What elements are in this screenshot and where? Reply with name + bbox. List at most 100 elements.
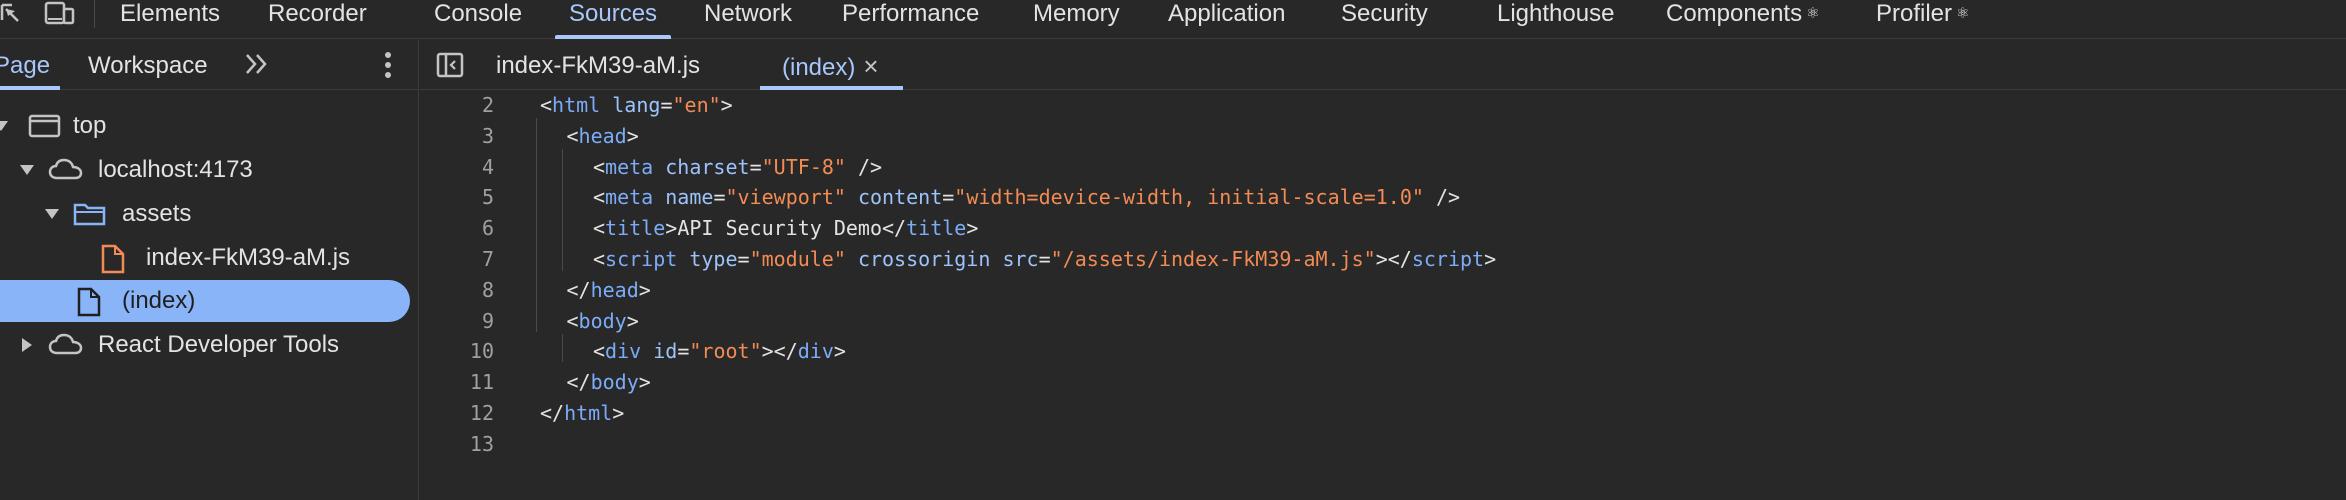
- tab-lighthouse[interactable]: Lighthouse: [1497, 0, 1614, 39]
- line-number[interactable]: 8: [420, 275, 494, 306]
- line-number[interactable]: 5: [420, 182, 494, 213]
- code-token: <: [593, 154, 606, 179]
- line-number[interactable]: 6: [420, 213, 494, 244]
- tab-performance[interactable]: Performance: [842, 0, 979, 39]
- code-token: head: [590, 277, 639, 302]
- code-token: src: [1002, 247, 1039, 271]
- tab-console[interactable]: Console: [434, 0, 522, 39]
- code-text: <div id="root"></div>: [593, 336, 846, 367]
- tab-workspace[interactable]: Workspace: [88, 40, 208, 90]
- tab-label: Memory: [1033, 0, 1120, 27]
- device-toolbar-icon[interactable]: [44, 0, 76, 28]
- expand-arrow-icon[interactable]: [20, 165, 34, 175]
- tree-item-index[interactable]: (index): [0, 280, 410, 322]
- code-token: html: [564, 401, 613, 425]
- code-token: ></: [761, 339, 798, 364]
- tree-item-label: top: [73, 112, 107, 139]
- tab-label: Application: [1168, 0, 1286, 27]
- frame-icon: [28, 112, 62, 154]
- code-token: "module": [749, 247, 846, 271]
- tab-label: Workspace: [88, 52, 208, 79]
- code-token: >: [638, 370, 651, 395]
- code-token: crossorigin: [857, 247, 991, 271]
- tree-item-top[interactable]: top: [0, 105, 410, 147]
- tab-page[interactable]: Page: [0, 40, 61, 90]
- expand-arrow-icon[interactable]: [45, 209, 59, 219]
- code-token: content: [857, 185, 943, 210]
- kebab-menu-icon[interactable]: [378, 48, 398, 82]
- code-token: meta: [605, 154, 654, 179]
- line-number[interactable]: 3: [420, 121, 494, 152]
- line-number[interactable]: 11: [420, 367, 494, 398]
- code-token: charset: [665, 154, 750, 179]
- code-token: body: [578, 308, 627, 333]
- tab-elements[interactable]: Elements: [120, 0, 220, 39]
- tab-label: Console: [434, 0, 523, 27]
- tree-item-react-devtools[interactable]: React Developer Tools: [0, 324, 410, 366]
- tab-label: Network: [704, 0, 793, 27]
- editor-tab-index[interactable]: (index) ×: [760, 40, 902, 92]
- code-text: <body>: [567, 306, 639, 337]
- sidebar-toggle-icon[interactable]: [436, 52, 464, 78]
- chevrons-right-icon[interactable]: [244, 52, 270, 83]
- code-token: =: [749, 154, 762, 179]
- code-token: </: [882, 216, 907, 241]
- tab-components[interactable]: Components ⚛: [1666, 0, 1820, 39]
- code-token: ></: [1375, 247, 1412, 271]
- tree-item-localhost[interactable]: localhost:4173: [0, 149, 410, 191]
- line-number[interactable]: 2: [420, 90, 494, 121]
- tab-label: Profiler: [1876, 0, 1953, 27]
- code-token: />: [845, 154, 883, 179]
- code-token: lang: [612, 93, 661, 117]
- line-number[interactable]: 7: [420, 244, 494, 275]
- tab-label: Elements: [120, 0, 221, 27]
- tab-profiler[interactable]: Profiler ⚛: [1876, 0, 1969, 39]
- code-token: =: [677, 339, 690, 364]
- code-token: <: [593, 339, 606, 364]
- tree-item-index-js[interactable]: index-FkM39-aM.js: [0, 237, 410, 279]
- indent-guide: [536, 118, 537, 332]
- editor-tab-index-js[interactable]: index-FkM39-aM.js: [496, 40, 700, 90]
- tab-recorder[interactable]: Recorder: [268, 0, 367, 39]
- cloud-icon: [48, 156, 84, 198]
- tab-network[interactable]: Network: [704, 0, 792, 39]
- tab-application[interactable]: Application: [1168, 0, 1285, 39]
- code-token: =: [660, 93, 673, 117]
- tab-memory[interactable]: Memory: [1033, 0, 1120, 39]
- code-token: type: [689, 247, 738, 271]
- select-element-icon[interactable]: [0, 0, 22, 28]
- code-text: </head>: [567, 275, 651, 306]
- tab-label: Page: [0, 52, 51, 79]
- expand-arrow-icon[interactable]: [0, 121, 8, 131]
- code-text: </html>: [540, 398, 624, 429]
- code-token: />: [1423, 185, 1461, 210]
- line-number[interactable]: 13: [420, 429, 494, 460]
- tree-item-assets[interactable]: assets: [0, 193, 410, 235]
- code-token: title: [605, 216, 666, 241]
- gear-icon: ⚛: [1956, 5, 1970, 22]
- code-text: <meta name="viewport" content="width=dev…: [593, 182, 1460, 213]
- code-token: title: [906, 216, 967, 241]
- folder-icon: [72, 200, 108, 242]
- code-view[interactable]: 2 <html lang="en"> 3 <head> 4 <meta charset="…: [420, 90, 2346, 500]
- line-number[interactable]: 10: [420, 336, 494, 367]
- tab-sources[interactable]: Sources: [554, 0, 672, 39]
- code-text: </body>: [567, 367, 651, 398]
- code-token: >: [833, 339, 846, 364]
- code-token: script: [1411, 247, 1485, 271]
- line-number[interactable]: 4: [420, 152, 494, 183]
- close-icon[interactable]: ×: [863, 40, 878, 92]
- line-number[interactable]: 9: [420, 306, 494, 337]
- line-number[interactable]: 12: [420, 398, 494, 429]
- expand-arrow-icon[interactable]: [22, 338, 32, 352]
- code-text: <title>API Security Demo</title>: [593, 213, 978, 244]
- tab-security[interactable]: Security: [1341, 0, 1428, 39]
